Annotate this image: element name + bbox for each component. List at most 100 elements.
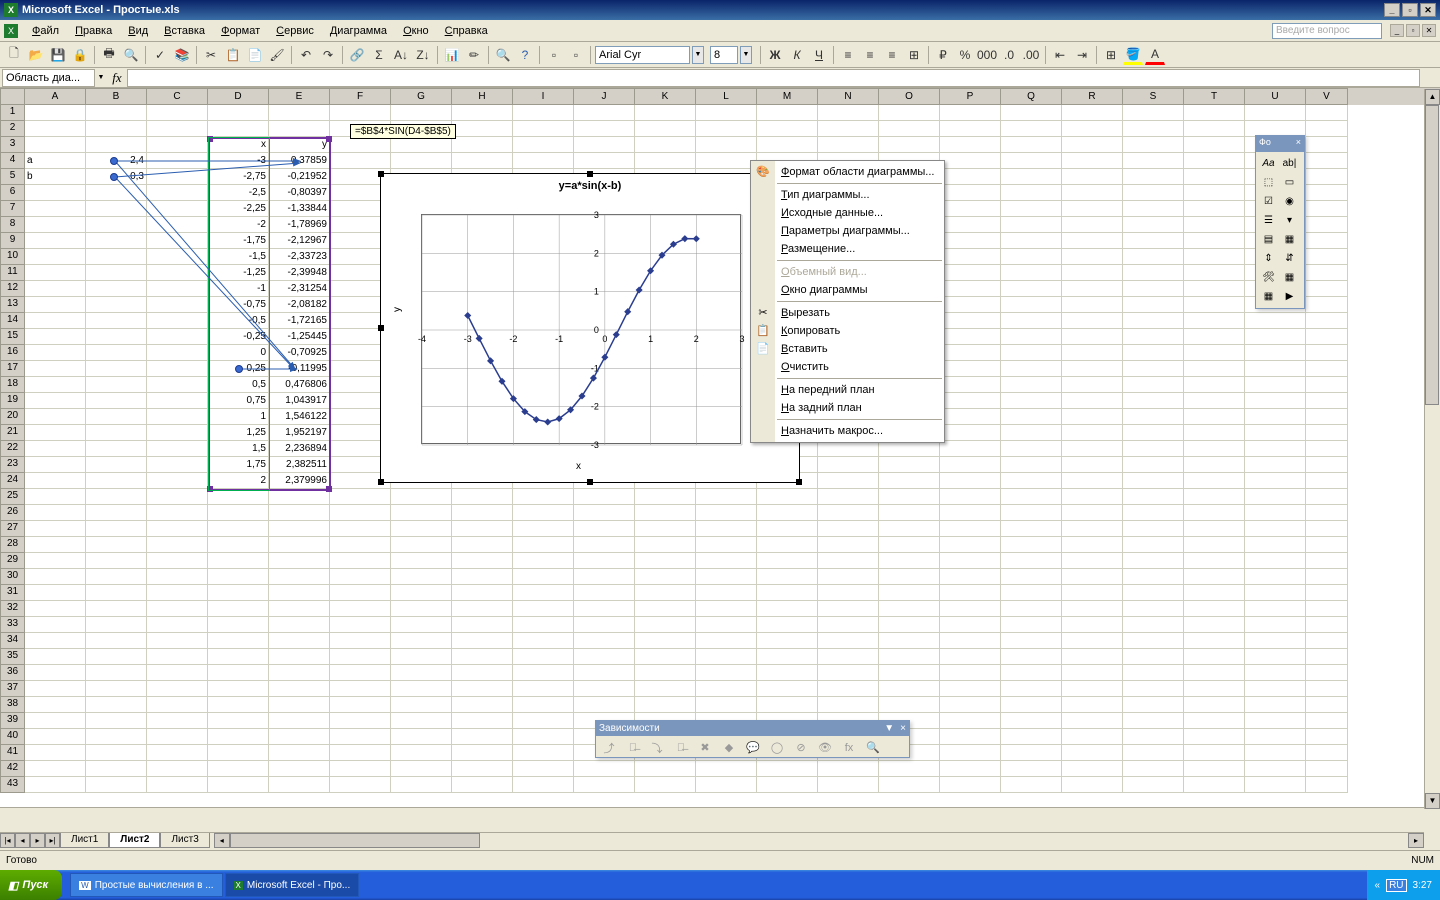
cell[interactable] (147, 681, 208, 697)
menu-Вставка[interactable]: Вставка (156, 23, 213, 39)
cell[interactable] (635, 537, 696, 553)
cell[interactable] (879, 473, 940, 489)
menu-Справка[interactable]: Справка (437, 23, 496, 39)
cell[interactable]: 0,5 (208, 377, 269, 393)
row-header[interactable]: 21 (0, 425, 25, 441)
cell[interactable] (1306, 777, 1348, 793)
cell[interactable] (147, 649, 208, 665)
cell[interactable] (1306, 265, 1348, 281)
cell[interactable] (940, 681, 1001, 697)
cell[interactable] (452, 505, 513, 521)
cell[interactable] (25, 425, 86, 441)
cell[interactable] (86, 137, 147, 153)
cell[interactable] (1123, 313, 1184, 329)
cell[interactable] (1123, 361, 1184, 377)
cell[interactable]: 1,75 (208, 457, 269, 473)
cell[interactable] (1001, 329, 1062, 345)
cell[interactable] (940, 425, 1001, 441)
show-watch-icon[interactable]: 👁 (814, 738, 836, 757)
underline-icon[interactable]: Ч (809, 45, 829, 65)
cell[interactable] (818, 777, 879, 793)
cell[interactable] (391, 553, 452, 569)
cell[interactable] (940, 729, 1001, 745)
cell[interactable] (757, 777, 818, 793)
cell[interactable] (452, 633, 513, 649)
cell[interactable] (452, 121, 513, 137)
cell[interactable] (696, 521, 757, 537)
cell[interactable] (818, 489, 879, 505)
align-left-icon[interactable]: ≡ (838, 45, 858, 65)
row-header[interactable]: 4 (0, 153, 25, 169)
cell[interactable]: -0,80397 (269, 185, 330, 201)
next-sheet-button[interactable]: ▸ (30, 833, 45, 848)
row-header[interactable]: 26 (0, 505, 25, 521)
cell[interactable]: -2,33723 (269, 249, 330, 265)
remove-all-arrows-icon[interactable]: ✖ (694, 738, 716, 757)
cell[interactable] (818, 457, 879, 473)
cell[interactable]: -1,75 (208, 233, 269, 249)
col-header-G[interactable]: G (391, 88, 452, 105)
combo-control-icon[interactable]: ▾ (1279, 211, 1300, 230)
scroll-up-arrow[interactable]: ▲ (1425, 89, 1440, 105)
cell[interactable] (147, 137, 208, 153)
cell[interactable] (879, 489, 940, 505)
trace-dependents-icon[interactable]: ⤵ (646, 738, 668, 757)
cell[interactable] (1184, 153, 1245, 169)
cell[interactable] (1123, 281, 1184, 297)
row-header[interactable]: 34 (0, 633, 25, 649)
code-icon[interactable]: ▦ (1279, 268, 1300, 287)
cell[interactable] (1245, 457, 1306, 473)
cell[interactable] (147, 553, 208, 569)
cell[interactable] (452, 585, 513, 601)
cell[interactable] (86, 377, 147, 393)
cell[interactable] (1306, 217, 1348, 233)
cell[interactable] (1306, 249, 1348, 265)
cell[interactable] (513, 713, 574, 729)
minimize-button[interactable]: _ (1384, 3, 1400, 17)
row-header[interactable]: 16 (0, 345, 25, 361)
cell[interactable] (940, 281, 1001, 297)
cell[interactable] (1062, 153, 1123, 169)
cell[interactable] (1001, 249, 1062, 265)
cell[interactable] (513, 617, 574, 633)
cell[interactable] (1245, 489, 1306, 505)
cell[interactable] (208, 729, 269, 745)
cell[interactable]: 2,379996 (269, 473, 330, 489)
cell[interactable] (1123, 105, 1184, 121)
cell[interactable] (757, 105, 818, 121)
cell[interactable] (1184, 313, 1245, 329)
cell[interactable] (147, 457, 208, 473)
scroll-right-arrow[interactable]: ▸ (1408, 833, 1424, 848)
doc-restore-button[interactable]: ▫ (1406, 24, 1420, 37)
cell[interactable] (391, 729, 452, 745)
cell[interactable] (147, 233, 208, 249)
cell[interactable] (1062, 505, 1123, 521)
cell[interactable] (696, 121, 757, 137)
cell[interactable] (757, 649, 818, 665)
cell[interactable]: 1,952197 (269, 425, 330, 441)
cell[interactable] (1123, 425, 1184, 441)
row-header[interactable]: 23 (0, 457, 25, 473)
cell[interactable] (391, 777, 452, 793)
cell[interactable] (1001, 217, 1062, 233)
cell[interactable] (1306, 489, 1348, 505)
cell[interactable] (208, 761, 269, 777)
cell[interactable] (696, 537, 757, 553)
cell[interactable]: -1 (208, 281, 269, 297)
cell[interactable] (86, 521, 147, 537)
cell[interactable]: 1,043917 (269, 393, 330, 409)
cell[interactable] (452, 521, 513, 537)
cell[interactable] (1062, 681, 1123, 697)
cell[interactable] (1184, 649, 1245, 665)
cell[interactable] (86, 217, 147, 233)
cell[interactable] (208, 713, 269, 729)
cell[interactable] (147, 409, 208, 425)
cell[interactable] (513, 681, 574, 697)
preview-icon[interactable]: 🔍 (121, 45, 141, 65)
cell[interactable] (269, 681, 330, 697)
edit-control-icon[interactable]: ab| (1279, 154, 1300, 173)
cell[interactable] (1001, 761, 1062, 777)
cell[interactable] (25, 601, 86, 617)
cell[interactable] (574, 777, 635, 793)
cell[interactable] (1184, 553, 1245, 569)
